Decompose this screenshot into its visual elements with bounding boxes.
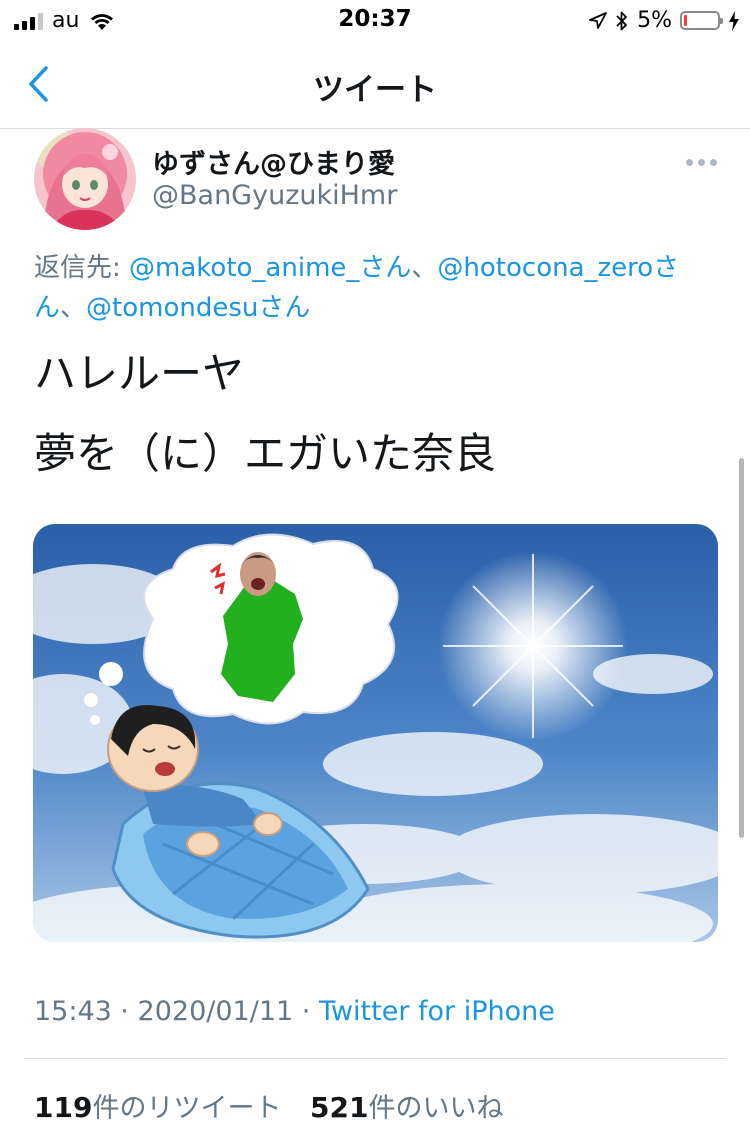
divider xyxy=(24,1058,726,1059)
retweet-count-link[interactable]: 119件のリツイート xyxy=(34,1091,282,1124)
author-handle[interactable]: @BanGyuzukiHmr xyxy=(152,180,397,211)
mention-link[interactable]: @makoto_anime_さん xyxy=(129,253,411,283)
reply-to-line: 返信先: @makoto_anime_さん、@hotocona_zeroさん、@… xyxy=(34,248,724,328)
tweet-media-image[interactable] xyxy=(33,524,718,942)
retweet-label: 件のリツイート xyxy=(92,1093,282,1124)
mention-separator: 、 xyxy=(411,253,438,283)
tweet-timestamp-line: 15:43 · 2020/01/11 · Twitter for iPhone xyxy=(34,996,555,1027)
tweet-timestamp: 15:43 · 2020/01/11 · xyxy=(34,996,319,1027)
page-title: ツイート xyxy=(313,72,437,108)
navigation-bar: ツイート xyxy=(0,42,750,129)
tweet-text-line: ハレルーヤ xyxy=(34,349,245,398)
avatar[interactable] xyxy=(34,128,136,230)
author-name[interactable]: ゆずさん@ひまり愛 xyxy=(152,142,395,181)
reply-to-label: 返信先: xyxy=(34,253,130,283)
more-dots-icon xyxy=(686,158,693,166)
more-options-button[interactable] xyxy=(686,150,720,174)
battery-icon xyxy=(680,11,723,30)
tweet-text-line: 夢を（に）エガいた奈良 xyxy=(34,429,497,478)
mention-separator: 、 xyxy=(60,293,87,323)
like-count-link[interactable]: 521件のいいね xyxy=(310,1091,504,1124)
like-count: 521 xyxy=(310,1091,369,1124)
location-icon xyxy=(589,11,607,29)
like-label: 件のいいね xyxy=(368,1093,504,1124)
charging-icon xyxy=(729,10,739,31)
tweet-source-link[interactable]: Twitter for iPhone xyxy=(319,996,555,1027)
tweet-stats: 119件のリツイート 521件のいいね xyxy=(34,1086,504,1125)
scrollbar[interactable] xyxy=(739,458,744,838)
mention-link[interactable]: @tomondesuさん xyxy=(86,293,310,323)
battery-percent: 5% xyxy=(637,8,672,33)
retweet-count: 119 xyxy=(34,1091,93,1124)
bluetooth-icon xyxy=(616,11,627,30)
status-bar: au 20:37 5% xyxy=(0,0,750,42)
